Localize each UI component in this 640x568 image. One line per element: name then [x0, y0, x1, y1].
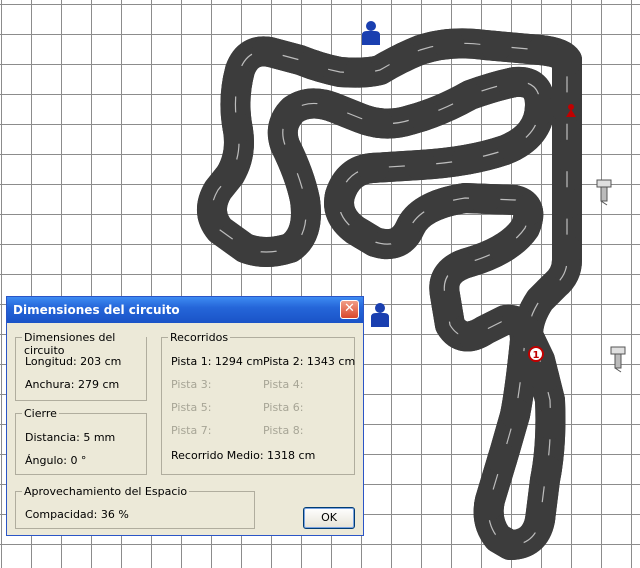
lane-8-length: Pista 8: — [263, 424, 304, 437]
dialog-title-bar[interactable]: Dimensiones del circuito ✕ — [7, 297, 363, 323]
ok-button[interactable]: OK — [303, 507, 355, 529]
lane-2-length: Pista 2: 1343 cm — [263, 355, 356, 368]
average-route: Recorrido Medio: 1318 cm — [171, 449, 316, 462]
person-icon[interactable] — [371, 303, 389, 327]
length-value: Longitud: 203 cm — [25, 355, 122, 368]
lane-3-length: Pista 3: — [171, 378, 212, 391]
group-closure: Cierre Distancia: 5 mm Ángulo: 0 ° — [15, 407, 147, 475]
group-space-usage-title: Aprovechamiento del Espacio — [22, 485, 190, 498]
group-closure-title: Cierre — [22, 407, 59, 420]
lane-1-length: Pista 1: 1294 cm — [171, 355, 264, 368]
lane-5-length: Pista 5: — [171, 401, 212, 414]
lane-6-length: Pista 6: — [263, 401, 304, 414]
distance-value: Distancia: 5 mm — [25, 431, 116, 444]
compactness-value: Compacidad: 36 % — [25, 508, 129, 521]
group-routes: Recorridos Pista 1: 1294 cm Pista 2: 134… — [161, 331, 356, 475]
lane-4-length: Pista 4: — [263, 378, 304, 391]
dimensions-dialog[interactable]: Dimensiones del circuito ✕ Dimensiones d… — [6, 296, 364, 536]
close-icon: ✕ — [344, 301, 355, 316]
close-button[interactable]: ✕ — [340, 300, 359, 319]
person-icon[interactable] — [362, 21, 380, 45]
width-value: Anchura: 279 cm — [25, 378, 120, 391]
dialog-title: Dimensiones del circuito — [13, 303, 180, 317]
lane-7-length: Pista 7: — [171, 424, 212, 437]
group-dimensions: Dimensiones del circuito Longitud: 203 c… — [15, 331, 147, 401]
start-marker-number: 1 — [533, 350, 540, 361]
group-dimensions-title: Dimensiones del circuito — [22, 331, 146, 357]
control-tower-icon[interactable] — [596, 179, 612, 206]
start-marker-icon[interactable]: 1 — [528, 346, 544, 362]
angle-value: Ángulo: 0 ° — [25, 454, 87, 467]
control-tower-icon[interactable] — [610, 346, 626, 373]
group-space-usage: Aprovechamiento del Espacio Compacidad: … — [15, 485, 255, 529]
group-routes-title: Recorridos — [168, 331, 231, 344]
